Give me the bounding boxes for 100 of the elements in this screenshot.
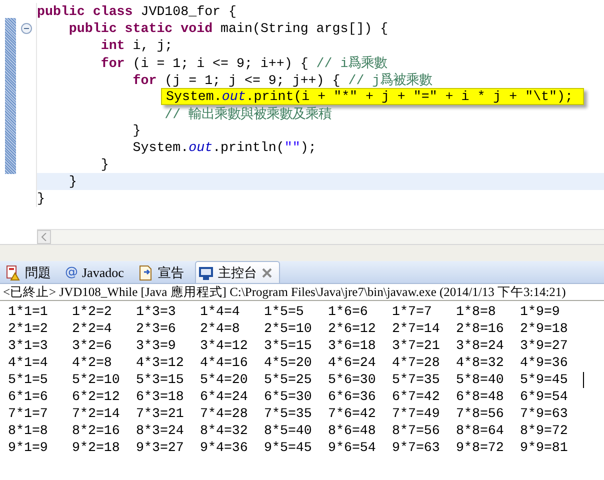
view-tab[interactable]: @ Javadoc [62, 261, 131, 283]
console-output-text: 9*4=36 [200, 440, 249, 455]
console-output-text: 1*9=9 [520, 304, 561, 319]
console-output-text: 8*6=48 [328, 423, 377, 438]
console-output-text: 6*2=12 [72, 389, 121, 404]
console-output-text: 6*7=42 [392, 389, 441, 404]
console-output-text: 6*9=54 [520, 389, 569, 404]
console-output-text: 3*4=12 [200, 338, 249, 353]
console-output-text: 7*6=42 [328, 406, 377, 421]
view-tab[interactable]: 宣告 [134, 261, 191, 283]
console-output-text: 1*5=5 [264, 304, 305, 319]
console-output-text: 4*2=8 [72, 355, 113, 370]
document-arrow-icon [138, 264, 154, 280]
console-output-text: 8*9=72 [520, 423, 569, 438]
console-output-text: 1*6=6 [328, 304, 369, 319]
code-line: public class JVD108_for { [37, 4, 236, 19]
console-output-text: 4*8=32 [456, 355, 505, 370]
console-output-text: 7*1=7 [8, 406, 49, 421]
console-output-text: 5*2=10 [72, 372, 121, 387]
at-icon: @ [65, 265, 78, 280]
console-output-text: 9*7=63 [392, 440, 441, 455]
console-output-text: 1*8=8 [456, 304, 497, 319]
close-icon[interactable] [260, 266, 273, 278]
code-hover-popup: System.out.print(i + "*" + j + "=" + i * j + "\t"); [161, 88, 584, 105]
console-output-text: 6*3=18 [136, 389, 185, 404]
text-cursor [583, 372, 584, 388]
console-output-text: 3*6=18 [328, 338, 377, 353]
console-output-text: 6*8=48 [456, 389, 505, 404]
console-output-text: 5*6=30 [328, 372, 377, 387]
console-output-text: 3*3=9 [136, 338, 177, 353]
warning-document-icon [5, 264, 21, 280]
code-line: System.out.println(""); [132, 140, 316, 155]
console-output-text: 4*3=12 [136, 355, 185, 370]
console-output-text: 9*3=27 [136, 440, 185, 455]
view-tab[interactable]: 問題 [2, 261, 58, 283]
console-output-text: 3*2=6 [72, 338, 113, 353]
code-line: } [100, 157, 109, 172]
console-output-text: 1*2=2 [72, 304, 113, 319]
code-line: int i, j; [100, 38, 173, 53]
console-output-text: 4*6=24 [328, 355, 377, 370]
monitor-icon [198, 264, 214, 280]
collapse-icon[interactable] [21, 23, 32, 34]
console-output-text: 6*6=36 [328, 389, 377, 404]
console-output-text: 4*4=16 [200, 355, 249, 370]
code-line: } [68, 174, 77, 189]
console-output-text: 9*2=18 [72, 440, 121, 455]
console-output-text: 7*8=56 [456, 406, 505, 421]
console-output-text: 4*5=20 [264, 355, 313, 370]
console-output-text: 5*8=40 [456, 372, 505, 387]
console-output-text: 1*7=7 [392, 304, 433, 319]
console-output-text: 8*2=16 [72, 423, 121, 438]
console-output-text: 5*4=20 [200, 372, 249, 387]
console-output-text: 6*5=30 [264, 389, 313, 404]
console-output-text: 2*2=4 [72, 321, 113, 336]
console-output-text: 8*4=32 [200, 423, 249, 438]
console-output-text: 3*9=27 [520, 338, 569, 353]
code-line: public static void main(String args[]) { [68, 21, 388, 36]
code-line: for (j = 1; j <= 9; j++) { // j爲被乘數 [132, 72, 432, 88]
console-output-text: 8*7=56 [392, 423, 441, 438]
console-output-text: 1*3=3 [136, 304, 177, 319]
console-output-text: 5*9=45 [520, 372, 569, 387]
console-output-text: 9*5=45 [264, 440, 313, 455]
console-output-text: 8*3=24 [136, 423, 185, 438]
console-output-text: 7*3=21 [136, 406, 185, 421]
console-output-text: 2*4=8 [200, 321, 241, 336]
console-output-text: 6*4=24 [200, 389, 249, 404]
code-line: } [132, 123, 141, 138]
console-output-text: 1*4=4 [200, 304, 241, 319]
console-output-text: 2*8=16 [456, 321, 505, 336]
code-line: } [37, 191, 45, 206]
console-output-text: 3*5=15 [264, 338, 313, 353]
console-output-text: 7*7=49 [392, 406, 441, 421]
console-output-text: 7*2=14 [72, 406, 121, 421]
console-output-text: 8*1=8 [8, 423, 49, 438]
console-output-text: 5*5=25 [264, 372, 313, 387]
console-output-text: 9*6=54 [328, 440, 377, 455]
console-output-text: 2*3=6 [136, 321, 177, 336]
console-output-text: 8*8=64 [456, 423, 505, 438]
console-output-text: 9*8=72 [456, 440, 505, 455]
view-tab[interactable]: 主控台 [194, 261, 280, 283]
console-output-text: 7*4=28 [200, 406, 249, 421]
console-output-text: 2*7=14 [392, 321, 441, 336]
console-output-text: 9*1=9 [8, 440, 49, 455]
console-output-text: 2*5=10 [264, 321, 313, 336]
console-output-text: 5*7=35 [392, 372, 441, 387]
scroll-left-button[interactable] [37, 230, 51, 244]
console-output-text: 2*6=12 [328, 321, 377, 336]
console-output-text: 2*9=18 [520, 321, 569, 336]
code-line: // 輸出乘數與被乘數及乘積 [164, 106, 332, 122]
console-output-text: 5*3=15 [136, 372, 185, 387]
console-output-text: 9*9=81 [520, 440, 569, 455]
console-output-text: 4*1=4 [8, 355, 49, 370]
console-output-text: 1*1=1 [8, 304, 49, 319]
console-output-text: 2*1=2 [8, 321, 49, 336]
console-output-text: 8*5=40 [264, 423, 313, 438]
console-output-text: 3*8=24 [456, 338, 505, 353]
console-status-text: <已終止> JVD108_While [Java 應用程式] C:\Program Files\Java\jre7\bin\javaw.exe (2014/1/13 下午3:14:21) [0, 284, 604, 301]
console-output-text: 7*9=63 [520, 406, 569, 421]
code-line: for (i = 1; i <= 9; i++) { // i爲乘數 [100, 54, 388, 72]
console-output-text: 5*1=5 [8, 372, 49, 387]
